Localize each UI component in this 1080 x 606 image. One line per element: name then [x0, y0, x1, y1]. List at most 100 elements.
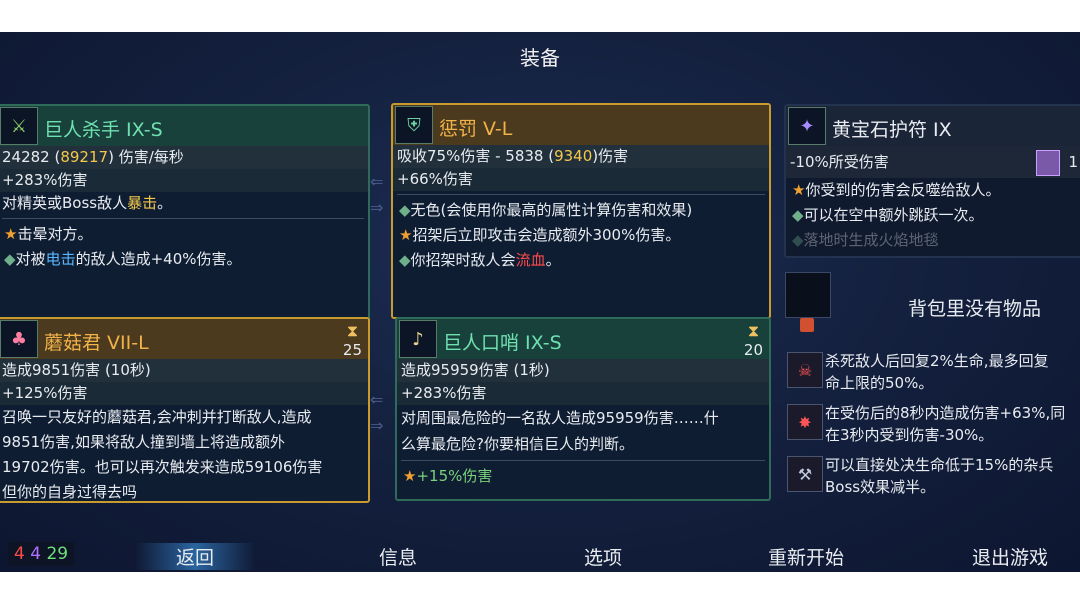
mushroom-icon: ♣: [0, 320, 38, 358]
stat-line: 造成9851伤害 (10秒): [0, 359, 368, 382]
diamond-icon: ◆: [399, 201, 411, 219]
bottom-menu: 4 4 29 返回 信息 选项 重新开始 退出游戏: [0, 537, 1080, 572]
desc-line: 对精英或Boss敌人暴击。: [0, 192, 368, 215]
skill-text: 你招架时敌人会: [410, 251, 516, 269]
desc-line: 对周围最危险的一名敌人造成95959伤害……什: [401, 409, 719, 427]
swap-right-arrow-icon[interactable]: ⇒: [370, 416, 383, 435]
desc-line: 么算最危险?你要相信巨人的判断。: [401, 435, 634, 453]
skill-card-mushroom[interactable]: ♣ 蘑菇君 VII-L ⧗ 25 造成9851伤害 (10秒) +125%伤害 召…: [0, 317, 370, 503]
mutation-line: Boss效果减半。: [825, 478, 936, 496]
mutation-text: 在受伤后的8秒内造成伤害+63%,同 在3秒内受到伤害-30%。: [825, 402, 1065, 446]
skill-line: ★击晕对方。: [0, 222, 368, 247]
skill-line: ◆对被电击的敌人造成+40%伤害。: [0, 247, 368, 272]
bonus-line: +283%伤害: [0, 169, 368, 192]
skill-text: 你受到的伤害会反噬给敌人。: [805, 181, 1001, 199]
sword-icon: ⚔: [0, 107, 38, 145]
stat-text: 吸收75%伤害 - 5838 (: [397, 147, 555, 165]
survival-count: 29: [46, 544, 69, 564]
card-header: ✦ 黄宝石护符 IX: [786, 106, 1080, 146]
skill-line: ◆你招架时敌人会流血。: [393, 248, 769, 273]
card-header: ⚔ 巨人杀手 IX-S: [0, 106, 368, 146]
bonus-line: +283%伤害: [397, 382, 769, 405]
skill-line: ★+15%伤害: [397, 464, 769, 489]
mutation-executioner[interactable]: ⚒ 可以直接处决生命低于15%的杂兵 Boss效果减半。: [785, 454, 1080, 504]
item-name: 巨人杀手 IX-S: [44, 119, 163, 141]
back-button[interactable]: 返回: [135, 543, 255, 570]
shield-card-punishment[interactable]: ⛨ 惩罚 V-L 吸收75%伤害 - 5838 (9340)伤害 +66%伤害 …: [391, 103, 771, 319]
card-header: ⛨ 惩罚 V-L: [393, 105, 769, 145]
star-icon: ★: [403, 467, 417, 485]
star-icon: ★: [792, 181, 806, 199]
skill-text: 落地时生成火焰地毯: [803, 231, 939, 249]
backpack-slot[interactable]: [785, 272, 831, 318]
shield-icon: ⛨: [395, 106, 433, 144]
desc-line: 但你的自身过得去吗: [2, 483, 138, 501]
stat-line: -10%所受伤害 1: [786, 146, 1080, 178]
whistle-icon: ♪: [399, 320, 437, 358]
skill-text-end: 的敌人造成+40%伤害。: [75, 250, 242, 268]
mutation-line: 杀死敌人后回复2%生命,最多回复: [825, 352, 1049, 370]
swap-left-arrow-icon[interactable]: ⇐: [370, 390, 383, 409]
mutation-line: 在受伤后的8秒内造成伤害+63%,同: [825, 404, 1066, 422]
mutation-line: 在3秒内受到伤害-30%。: [825, 426, 994, 444]
info-button[interactable]: 信息: [338, 543, 458, 570]
desc-line: 9851伤害,如果将敌人撞到墙上将造成额外: [2, 433, 285, 451]
mutation-line: 命上限的50%。: [825, 374, 934, 392]
quit-button[interactable]: 退出游戏: [950, 543, 1070, 570]
crit-keyword: 暴击: [127, 194, 158, 212]
scroll-icon: [1036, 150, 1060, 176]
item-name: 蘑菇君 VII-L: [44, 332, 149, 354]
executioner-icon: ⚒: [787, 456, 823, 492]
dps-value: 24282: [2, 148, 50, 166]
cooldown-value: 25: [342, 341, 362, 359]
desc-end: 。: [157, 194, 173, 212]
skill-card-giant-whistle[interactable]: ♪ 巨人口哨 IX-S ⧗ 20 造成95959伤害 (1秒) +283%伤害 对…: [395, 317, 771, 501]
swap-left-arrow-icon[interactable]: ⇐: [370, 172, 383, 191]
diamond-icon: ◆: [4, 250, 16, 268]
stat-line: 造成95959伤害 (1秒): [397, 359, 769, 382]
tactics-count: 4: [30, 544, 42, 564]
scroll-counts: 4 4 29: [8, 542, 75, 566]
desc-line: 召唤一只友好的蘑菇君,会冲刺并打断敌人,造成: [2, 408, 312, 426]
divider: [397, 194, 765, 195]
skill-text-end: 。: [545, 251, 561, 269]
skill-line: ◆落地时生成火焰地毯: [786, 228, 1080, 253]
bleed-keyword: 流血: [515, 251, 546, 269]
stat-text: -10%所受伤害: [790, 153, 889, 171]
stat-text-end: )伤害: [592, 147, 629, 165]
bonus-line: +125%伤害: [0, 382, 368, 405]
star-icon: ★: [4, 225, 18, 243]
swap-right-arrow-icon[interactable]: ⇒: [370, 198, 383, 217]
cooldown: ⧗ 25: [343, 321, 362, 359]
mutation-text: 可以直接处决生命低于15%的杂兵 Boss效果减半。: [825, 454, 1053, 498]
mutation-vampirism[interactable]: ☠ 杀死敌人后回复2%生命,最多回复 命上限的50%。: [785, 350, 1080, 400]
cooldown-value: 20: [743, 341, 763, 359]
weapon-card-giant-killer[interactable]: ⚔ 巨人杀手 IX-S 24282 (89217) 伤害/每秒 +283%伤害 …: [0, 104, 370, 322]
skill-line: ★招架后立即攻击会造成额外300%伤害。: [393, 223, 769, 248]
mutation-text: 杀死敌人后回复2%生命,最多回复 命上限的50%。: [825, 350, 1049, 394]
skill-line: ★你受到的伤害会反噬给敌人。: [786, 178, 1080, 203]
mutation-line: 可以直接处决生命低于15%的杂兵: [825, 456, 1054, 474]
skill-line: ◆无色(会使用你最高的属性计算伤害和效果): [393, 198, 769, 223]
options-button[interactable]: 选项: [543, 543, 663, 570]
mutation-wound[interactable]: ✸ 在受伤后的8秒内造成伤害+63%,同 在3秒内受到伤害-30%。: [785, 402, 1080, 452]
wound-icon: ✸: [787, 404, 823, 440]
desc-text: 对精英或Boss敌人: [2, 194, 128, 212]
cooldown: ⧗ 20: [744, 321, 763, 359]
skill-text: 无色(会使用你最高的属性计算伤害和效果): [410, 201, 693, 219]
item-name: 巨人口哨 IX-S: [443, 332, 562, 354]
card-header: ♣ 蘑菇君 VII-L ⧗ 25: [0, 319, 368, 359]
amulet-card-topaz[interactable]: ✦ 黄宝石护符 IX -10%所受伤害 1 ★你受到的伤害会反噬给敌人。 ◆可以…: [784, 104, 1080, 258]
hourglass-icon: ⧗: [346, 321, 359, 340]
skill-line: ◆可以在空中额外跳跃一次。: [786, 203, 1080, 228]
item-name: 黄宝石护符 IX: [832, 119, 952, 141]
skill-text: 可以在空中额外跳跃一次。: [803, 206, 984, 224]
amulet-icon: ✦: [788, 107, 826, 145]
restart-button[interactable]: 重新开始: [746, 543, 866, 570]
hourglass-icon: ⧗: [747, 321, 760, 340]
item-name: 惩罚 V-L: [439, 118, 513, 140]
backpack-badge-icon: [800, 318, 814, 332]
dps-crit-value: 89217: [60, 148, 109, 166]
stat-line: 吸收75%伤害 - 5838 (9340)伤害: [393, 145, 769, 168]
game-screen: 装备 ⚔ 巨人杀手 IX-S 24282 (89217) 伤害/每秒 +283%…: [0, 32, 1080, 572]
